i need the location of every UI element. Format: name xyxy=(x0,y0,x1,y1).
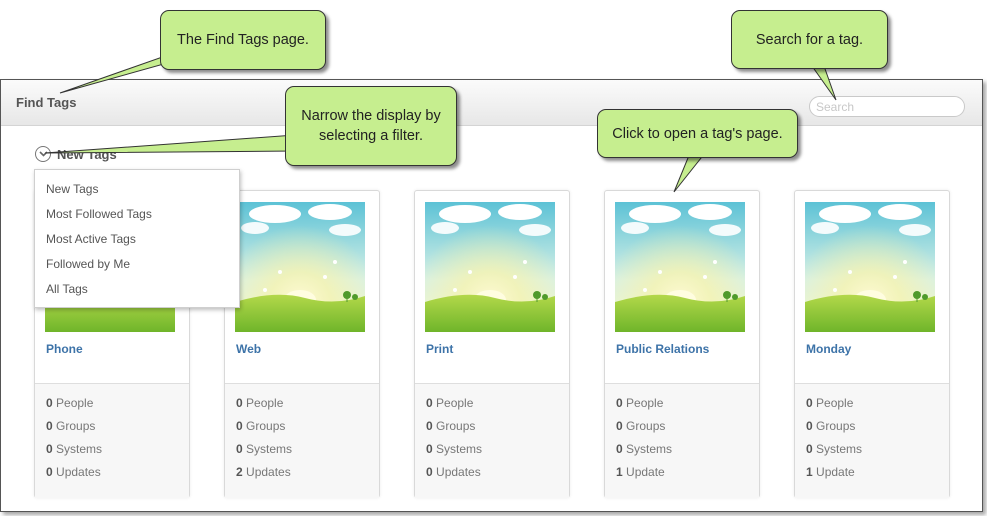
tag-name-link[interactable]: Public Relations xyxy=(616,342,709,356)
filter-option-most-followed[interactable]: Most Followed Tags xyxy=(35,202,239,227)
tag-image xyxy=(615,202,745,332)
find-tags-window: Find Tags New Tags New Tags Most Followe… xyxy=(0,79,983,512)
tag-name-link[interactable]: Monday xyxy=(806,342,851,356)
tag-card[interactable]: Monday 0 People 0 Groups 0 Systems 1 Upd… xyxy=(794,190,950,498)
page-title: Find Tags xyxy=(16,95,77,110)
tag-card[interactable]: Print 0 People 0 Groups 0 Systems 0 Upda… xyxy=(414,190,570,498)
tag-thumbnail[interactable] xyxy=(615,202,745,332)
filter-option-new-tags[interactable]: New Tags xyxy=(35,177,239,202)
groups-count: 0 Groups xyxy=(236,419,286,433)
callout-find-tags-page: The Find Tags page. xyxy=(160,10,326,70)
systems-count: 0 Systems xyxy=(236,442,293,456)
filter-selected-label: New Tags xyxy=(57,146,117,162)
tag-image xyxy=(425,202,555,332)
updates-count: 0 Updates xyxy=(46,465,101,479)
updates-count: 0 Updates xyxy=(426,465,481,479)
systems-count: 0 Systems xyxy=(806,442,863,456)
systems-count: 0 Systems xyxy=(46,442,103,456)
search-input[interactable] xyxy=(809,96,965,117)
groups-count: 0 Groups xyxy=(806,419,856,433)
callout-search: Search for a tag. xyxy=(731,10,888,69)
tag-stats: 0 People 0 Groups 0 Systems 0 Updates xyxy=(35,383,189,498)
tag-image xyxy=(235,202,365,332)
updates-count: 1 Update xyxy=(806,465,855,479)
filter-option-followed-by-me[interactable]: Followed by Me xyxy=(35,252,239,277)
chevron-down-icon xyxy=(35,146,51,162)
screenshot-stage: Find Tags New Tags New Tags Most Followe… xyxy=(0,0,987,516)
groups-count: 0 Groups xyxy=(616,419,666,433)
tag-stats: 0 People 0 Groups 0 Systems 0 Updates xyxy=(415,383,569,498)
tag-thumbnail[interactable] xyxy=(425,202,555,332)
people-count: 0 People xyxy=(426,396,474,410)
people-count: 0 People xyxy=(236,396,284,410)
systems-count: 0 Systems xyxy=(426,442,483,456)
updates-count: 2 Updates xyxy=(236,465,291,479)
tag-image xyxy=(805,202,935,332)
page-header: Find Tags xyxy=(1,80,982,126)
people-count: 0 People xyxy=(46,396,94,410)
tag-stats: 0 People 0 Groups 0 Systems 1 Update xyxy=(795,383,949,498)
groups-count: 0 Groups xyxy=(46,419,96,433)
tag-card[interactable]: Web 0 People 0 Groups 0 Systems 2 Update… xyxy=(224,190,380,498)
people-count: 0 People xyxy=(806,396,854,410)
tag-name-link[interactable]: Print xyxy=(426,342,453,356)
updates-count: 1 Update xyxy=(616,465,665,479)
tag-stats: 0 People 0 Groups 0 Systems 1 Update xyxy=(605,383,759,498)
tag-thumbnail[interactable] xyxy=(235,202,365,332)
filter-dropdown-toggle[interactable]: New Tags xyxy=(35,146,117,162)
tag-name-link[interactable]: Web xyxy=(236,342,261,356)
tag-card[interactable]: Public Relations 0 People 0 Groups 0 Sys… xyxy=(604,190,760,498)
people-count: 0 People xyxy=(616,396,664,410)
callout-filter: Narrow the display by selecting a filter… xyxy=(285,86,457,166)
groups-count: 0 Groups xyxy=(426,419,476,433)
systems-count: 0 Systems xyxy=(616,442,673,456)
tag-thumbnail[interactable] xyxy=(805,202,935,332)
tag-name-link[interactable]: Phone xyxy=(46,342,83,356)
tag-stats: 0 People 0 Groups 0 Systems 2 Updates xyxy=(225,383,379,498)
filter-option-most-active[interactable]: Most Active Tags xyxy=(35,227,239,252)
callout-open-tag: Click to open a tag's page. xyxy=(597,109,798,158)
filter-option-all-tags[interactable]: All Tags xyxy=(35,277,239,302)
filter-menu: New Tags Most Followed Tags Most Active … xyxy=(34,169,240,308)
